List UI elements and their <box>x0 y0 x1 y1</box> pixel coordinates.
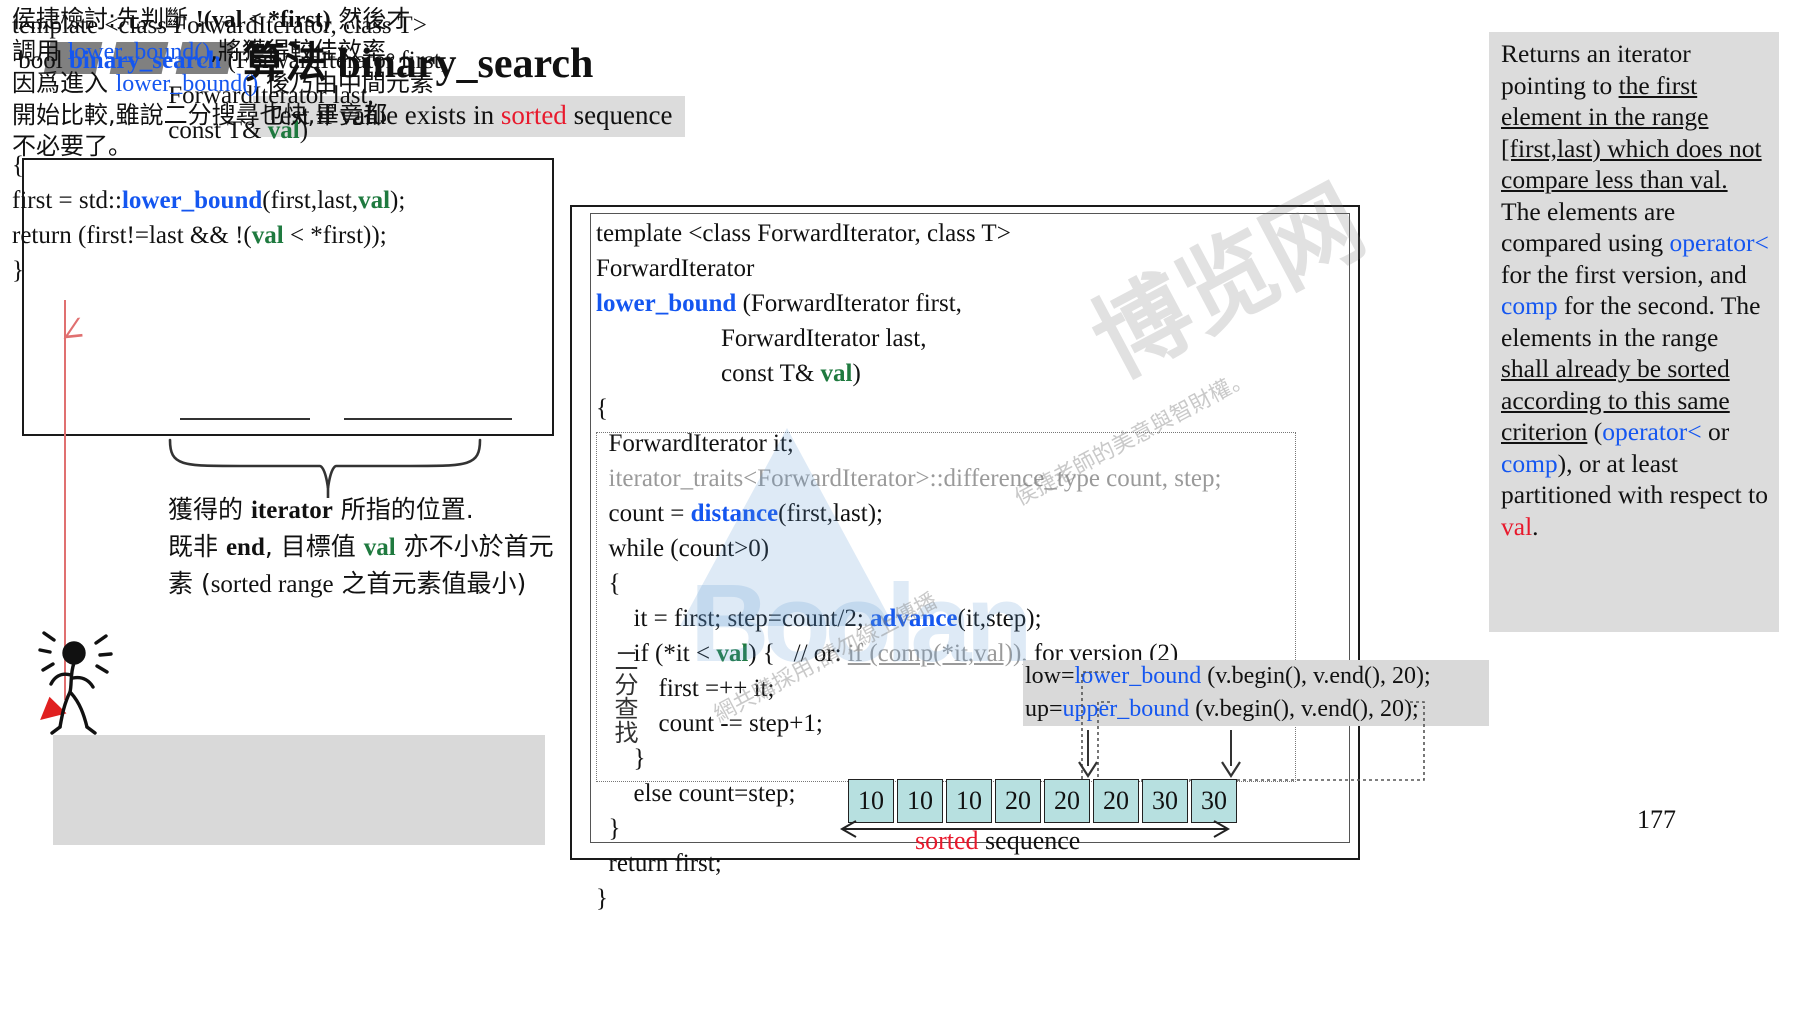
up-pre: up= <box>1025 696 1063 722</box>
desc-comp-2: comp <box>1501 448 1558 478</box>
lb-val-2: val <box>716 640 749 667</box>
array-cell: 30 <box>1191 779 1237 823</box>
lb-line-12-pre: it = first; step=count/2; <box>596 605 871 632</box>
bs-line-7-post: < *first)); <box>283 222 387 249</box>
houjie-comment-box <box>53 735 545 845</box>
note-sorted-range-word: sorted range <box>210 571 334 598</box>
low-pointer-arrow <box>1075 730 1101 785</box>
desc-val: val <box>1501 511 1533 541</box>
lb-open-brace: { <box>596 395 608 422</box>
lb-line-11: { <box>596 570 621 597</box>
subtitle-post: sequence <box>566 100 673 130</box>
array-cell: 10 <box>848 779 894 823</box>
cmt-l3a: 因爲進入 <box>12 69 116 97</box>
vertical-label-binary-search: 二分查找 <box>610 648 638 744</box>
bs-close-brace: } <box>12 257 24 284</box>
desc-comp-1: comp <box>1501 291 1558 320</box>
desc-t3: for the first version, and <box>1501 259 1747 289</box>
desc-t5: ( <box>1587 417 1603 446</box>
stick-figure-icon <box>38 630 120 750</box>
desc-t6: or <box>1701 417 1730 446</box>
bs-line-6-pre: first = std:: <box>12 187 122 214</box>
lb-distance-call: distance <box>690 500 779 527</box>
cmt-l1c: 然後才 <box>330 5 411 33</box>
note-iterator-word: iterator <box>250 497 333 524</box>
seq-label-rest: sequence <box>978 826 1081 855</box>
array-cell: 20 <box>995 779 1041 823</box>
lb-fn-name: lower_bound <box>596 290 737 317</box>
lb-line-16: } <box>596 745 646 772</box>
array-cell: 20 <box>1044 779 1090 823</box>
seq-label-highlight: sorted <box>915 826 979 855</box>
lb-line-12-post: (it,step); <box>957 605 1042 632</box>
lb-line-2: ForwardIterator <box>596 255 755 282</box>
lb-line-9-pre: count = <box>596 500 691 527</box>
array-cell: 10 <box>946 779 992 823</box>
left-annotation-note: 獲得的 iterator 所指的位置. 既非 end, 目標值 val 亦不小於… <box>168 492 554 603</box>
bs-val-2: val <box>358 187 391 214</box>
cmt-expr: !(val < *first) <box>195 7 331 33</box>
lb-advance-call: advance <box>870 605 958 632</box>
cmt-lower-bound-1: lower_bound() <box>67 39 211 65</box>
note-l2c: , 目標值 <box>264 532 364 561</box>
brace-connector <box>160 438 490 500</box>
note-l1a: 獲得的 <box>168 495 251 524</box>
note-val-word: val <box>363 534 396 561</box>
low-pre: low= <box>1025 663 1075 689</box>
lb-while-line: while (count>0) <box>596 535 770 562</box>
lb-line-5-post: ) <box>852 360 861 387</box>
cmt-l4: 開始比較,雖說二分搜尋也快,畢竟都 <box>12 101 388 129</box>
lower-bound-description-panel: Returns an iterator pointing to the firs… <box>1489 32 1779 632</box>
bs-line-7-pre: return (first!=last && !( <box>12 222 252 249</box>
lb-return-line: return first; <box>596 850 722 877</box>
lb-val-1: val <box>820 360 853 387</box>
lb-line-18: } <box>596 815 621 842</box>
desc-t8: . <box>1532 511 1539 541</box>
note-l2a: 既非 <box>168 532 226 561</box>
cmt-l2a: 調用 <box>12 37 68 65</box>
lb-line-7: ForwardIterator it; <box>596 430 794 457</box>
houjie-comment-text: 侯捷檢討:先判斷 !(val < *first) 然後才 調用 lower_bo… <box>12 4 434 162</box>
note-l1c: 所指的位置. <box>332 495 474 524</box>
cmt-l1a: 侯捷檢討:先判斷 <box>12 5 196 33</box>
cmt-l3c: 後乃由中間元素 <box>258 69 434 97</box>
lb-line-4: ForwardIterator last, <box>596 325 927 352</box>
lb-line-5-pre: const T& <box>596 360 821 387</box>
sorted-sequence-label: sorted sequence <box>915 826 1080 856</box>
desc-operator-1: operator< <box>1669 228 1769 257</box>
desc-operator-2: operator< <box>1602 417 1702 446</box>
lb-line-17: else count=step; <box>596 780 796 807</box>
note-l3c: 之首元素值最小) <box>333 569 527 598</box>
sorted-sequence-array: 10 10 10 20 20 20 30 30 <box>848 779 1240 823</box>
bs-lower-bound-call: lower_bound <box>121 187 263 214</box>
bs-line-6-post: ); <box>390 187 406 214</box>
array-cell: 20 <box>1093 779 1139 823</box>
cmt-l2c: ,將獲得較佳效率。 <box>210 37 410 65</box>
red-angle-mark: ∠ <box>56 310 89 351</box>
lb-line-1: template <class ForwardIterator, class T… <box>596 220 1011 247</box>
lb-line-3-post: (ForwardIterator first, <box>736 290 962 317</box>
array-cell: 10 <box>897 779 943 823</box>
bs-line-6-mid: (first,last, <box>262 187 359 214</box>
lb-close-brace: } <box>596 885 608 912</box>
array-cell: 30 <box>1142 779 1188 823</box>
lb-comp-comment: if (comp(*it,val)), <box>847 640 1028 667</box>
lb-traits-line: iterator_traits<ForwardIterator>::differ… <box>596 465 1222 492</box>
lb-line-9-post: (first,last); <box>778 500 883 527</box>
note-end-word: end <box>225 534 265 561</box>
cmt-lower-bound-2: lower_bound() <box>115 71 259 97</box>
cmt-l5: 不必要了。 <box>12 132 132 160</box>
lb-line-13-mid: ) { // or: <box>748 640 848 667</box>
subtitle-highlight: sorted <box>500 100 567 130</box>
underline-val-less-first <box>344 418 512 420</box>
up-pointer-arrow <box>1218 730 1244 785</box>
low-up-leader-lines <box>1081 668 1440 793</box>
bs-val-3: val <box>251 222 284 249</box>
note-l2d: 亦不小於首元 <box>395 532 554 561</box>
desc-t2: The elements are compared using <box>1501 196 1676 258</box>
page-number: 177 <box>1637 805 1676 834</box>
note-l3a: 素 ( <box>168 569 211 598</box>
underline-first-last <box>180 418 310 420</box>
